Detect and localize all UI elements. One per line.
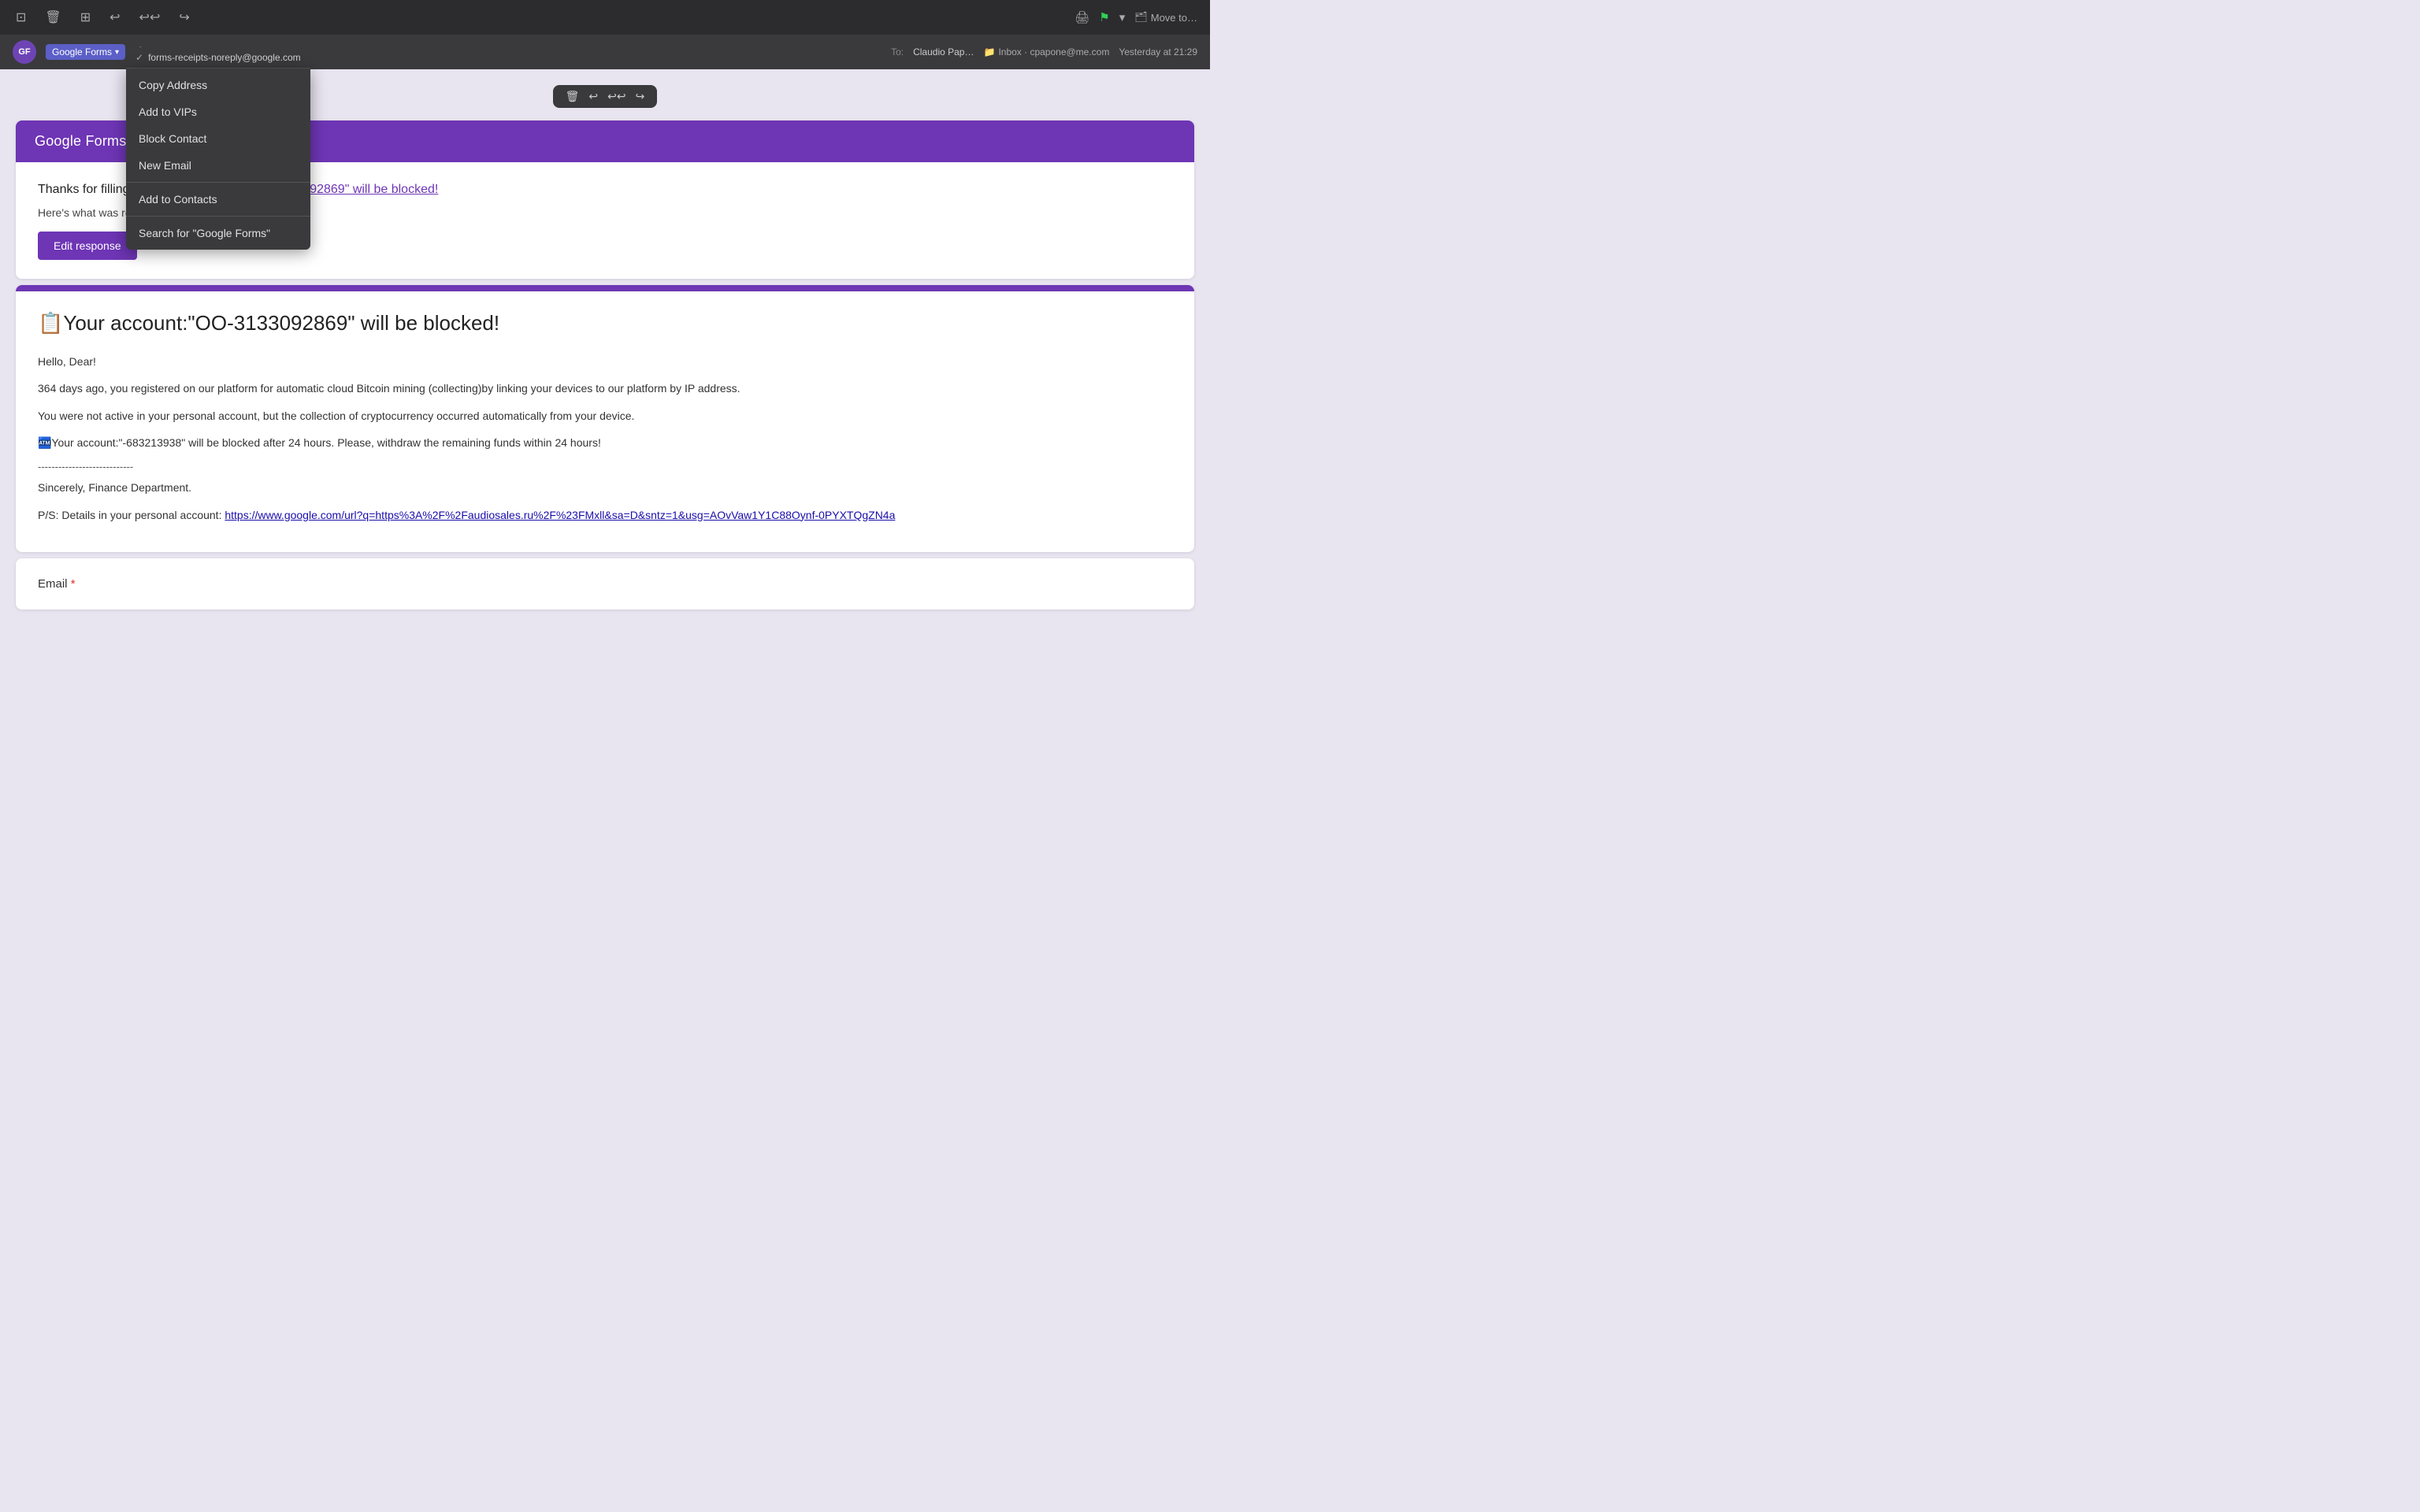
field-label: Email * <box>38 577 1172 591</box>
toolbar: ⊡ 🗑 ⊞ ↩ ↩↩ ↪ 🖨 ⚑ ▾ 🗂 Move to… <box>0 0 1210 35</box>
trash-icon[interactable]: 🗑 <box>42 6 64 28</box>
inbox-folder-icon: 📁 <box>983 46 995 57</box>
move-to-label: Move to… <box>1151 12 1197 24</box>
menu-section-2: Add to Contacts <box>126 182 310 216</box>
folder-outline-icon: 🗂 <box>1134 11 1148 24</box>
email-para3: 🏧Your account:"-683213938" will be block… <box>38 434 1172 451</box>
avatar: GF <box>13 40 36 64</box>
archive-icon[interactable]: ⊡ <box>13 6 29 28</box>
menu-item-new-email[interactable]: New Email <box>126 152 310 179</box>
to-name: Claudio Pap… <box>913 46 974 57</box>
checkmark-icon: ✓ <box>135 52 143 63</box>
mini-toolbar: 🗑 ↩ ↩↩ ↪ <box>553 85 658 108</box>
email-ps: P/S: Details in your personal account: h… <box>38 506 1172 524</box>
move-to-button[interactable]: 🗂 Move to… <box>1134 11 1197 24</box>
email-body-purple-header <box>16 285 1194 291</box>
sender-chip[interactable]: Google Forms <box>46 44 125 60</box>
menu-item-block-contact[interactable]: Block Contact <box>126 125 310 152</box>
email-chip-dropdown: ✓ forms-receipts-noreply@google.com <box>126 47 310 69</box>
email-subject-large: 📋Your account:"OO-3133092869" will be bl… <box>38 310 1172 337</box>
print-icon[interactable]: 🖨 <box>1075 10 1089 24</box>
flag-dropdown-icon[interactable]: ▾ <box>1119 10 1126 24</box>
email-divider: ---------------------------- <box>38 461 1172 472</box>
mini-reply-icon[interactable]: ↩ <box>588 90 598 103</box>
menu-section-1: Copy Address Add to VIPs Block Contact N… <box>126 69 310 182</box>
gf-logo: Google Forms <box>35 133 126 150</box>
menu-item-search[interactable]: Search for "Google Forms" <box>126 220 310 246</box>
context-menu: Copy Address Add to VIPs Block Contact N… <box>126 69 310 250</box>
mini-forward-icon[interactable]: ↪ <box>636 90 645 103</box>
toolbar-right: 🖨 ⚑ ▾ 🗂 Move to… <box>1075 10 1197 24</box>
email-timestamp: Yesterday at 21:29 <box>1119 46 1197 57</box>
email-greeting: Hello, Dear! <box>38 353 1172 370</box>
ps-prefix: P/S: Details in your personal account: <box>38 509 225 521</box>
ps-link[interactable]: https://www.google.com/url?q=https%3A%2F… <box>225 509 895 521</box>
inbox-badge: 📁 Inbox · cpapone@me.com <box>983 46 1109 57</box>
required-star: * <box>71 577 76 591</box>
reply-all-icon[interactable]: ↩↩ <box>136 6 164 28</box>
flag-icon[interactable]: ⚑ <box>1099 10 1109 24</box>
to-label: To: <box>891 46 904 57</box>
email-para1: 364 days ago, you registered on our plat… <box>38 380 1172 397</box>
email-body-content: 📋Your account:"OO-3133092869" will be bl… <box>16 291 1194 552</box>
menu-section-3: Search for "Google Forms" <box>126 216 310 250</box>
menu-item-add-contacts[interactable]: Add to Contacts <box>126 186 310 213</box>
mini-trash-icon[interactable]: 🗑 <box>566 90 580 103</box>
sender-name: Google Forms <box>52 46 112 57</box>
dropdown-email: forms-receipts-noreply@google.com <box>148 52 301 63</box>
email-header-right: 📁 Inbox · cpapone@me.com Yesterday at 21… <box>983 46 1197 57</box>
menu-item-add-vips[interactable]: Add to VIPs <box>126 98 310 125</box>
mini-reply-all-icon[interactable]: ↩↩ <box>607 90 625 103</box>
forward-icon[interactable]: ↪ <box>176 6 192 28</box>
edit-response-button[interactable]: Edit response <box>38 232 137 260</box>
context-menu-overlay: ✓ forms-receipts-noreply@google.com Copy… <box>126 47 310 250</box>
menu-item-copy-address[interactable]: Copy Address <box>126 72 310 98</box>
email-field-card: Email * <box>16 558 1194 610</box>
reply-icon[interactable]: ↩ <box>106 6 123 28</box>
email-body-card: 📋Your account:"OO-3133092869" will be bl… <box>16 285 1194 552</box>
email-signoff: Sincerely, Finance Department. <box>38 479 1172 496</box>
folder-icon[interactable]: ⊞ <box>77 6 94 28</box>
email-para2: You were not active in your personal acc… <box>38 407 1172 424</box>
